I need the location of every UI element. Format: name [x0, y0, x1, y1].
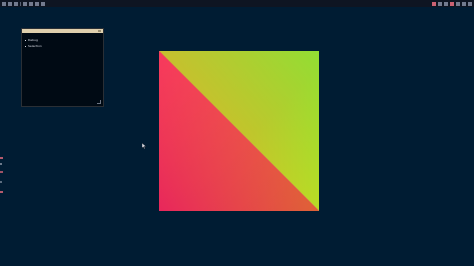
- separator: [20, 1, 21, 6]
- top-left-indicators: [2, 1, 45, 6]
- status-indicator-5[interactable]: [456, 1, 460, 6]
- status-indicator-2[interactable]: [438, 1, 442, 6]
- status-indicator-4[interactable]: [450, 1, 454, 6]
- status-indicator-6[interactable]: [462, 1, 466, 6]
- tree-bullet-icon: [25, 39, 26, 41]
- debug-window[interactable]: Debug Selection: [21, 28, 104, 107]
- workspace-indicator-6[interactable]: [35, 1, 39, 6]
- mouse-pointer-icon: [141, 134, 147, 150]
- top-right-indicators: [432, 1, 472, 6]
- desktop-top-bar: [0, 0, 474, 7]
- workspace-indicator-5[interactable]: [29, 1, 33, 6]
- workspace-indicator-7[interactable]: [41, 1, 45, 6]
- render-viewport[interactable]: [158, 50, 320, 212]
- status-indicator-1[interactable]: [432, 1, 436, 6]
- workspace-indicator-3[interactable]: [14, 1, 18, 6]
- edge-artifacts: [0, 153, 3, 205]
- status-indicator-3[interactable]: [444, 1, 448, 6]
- workspace-indicator-1[interactable]: [2, 1, 6, 6]
- workspace-indicator-2[interactable]: [8, 1, 12, 6]
- workspace-indicator-4[interactable]: [23, 1, 27, 6]
- resize-grip-icon[interactable]: [97, 100, 101, 104]
- debug-item-label: Selection: [28, 44, 42, 48]
- window-collapse-icon[interactable]: [98, 30, 101, 32]
- status-indicator-7[interactable]: [468, 1, 472, 6]
- debug-window-content: Debug Selection: [22, 33, 103, 49]
- tree-bullet-icon: [25, 45, 26, 47]
- debug-tree-item[interactable]: Selection: [25, 43, 100, 49]
- gradient-quad-svg: [158, 50, 320, 212]
